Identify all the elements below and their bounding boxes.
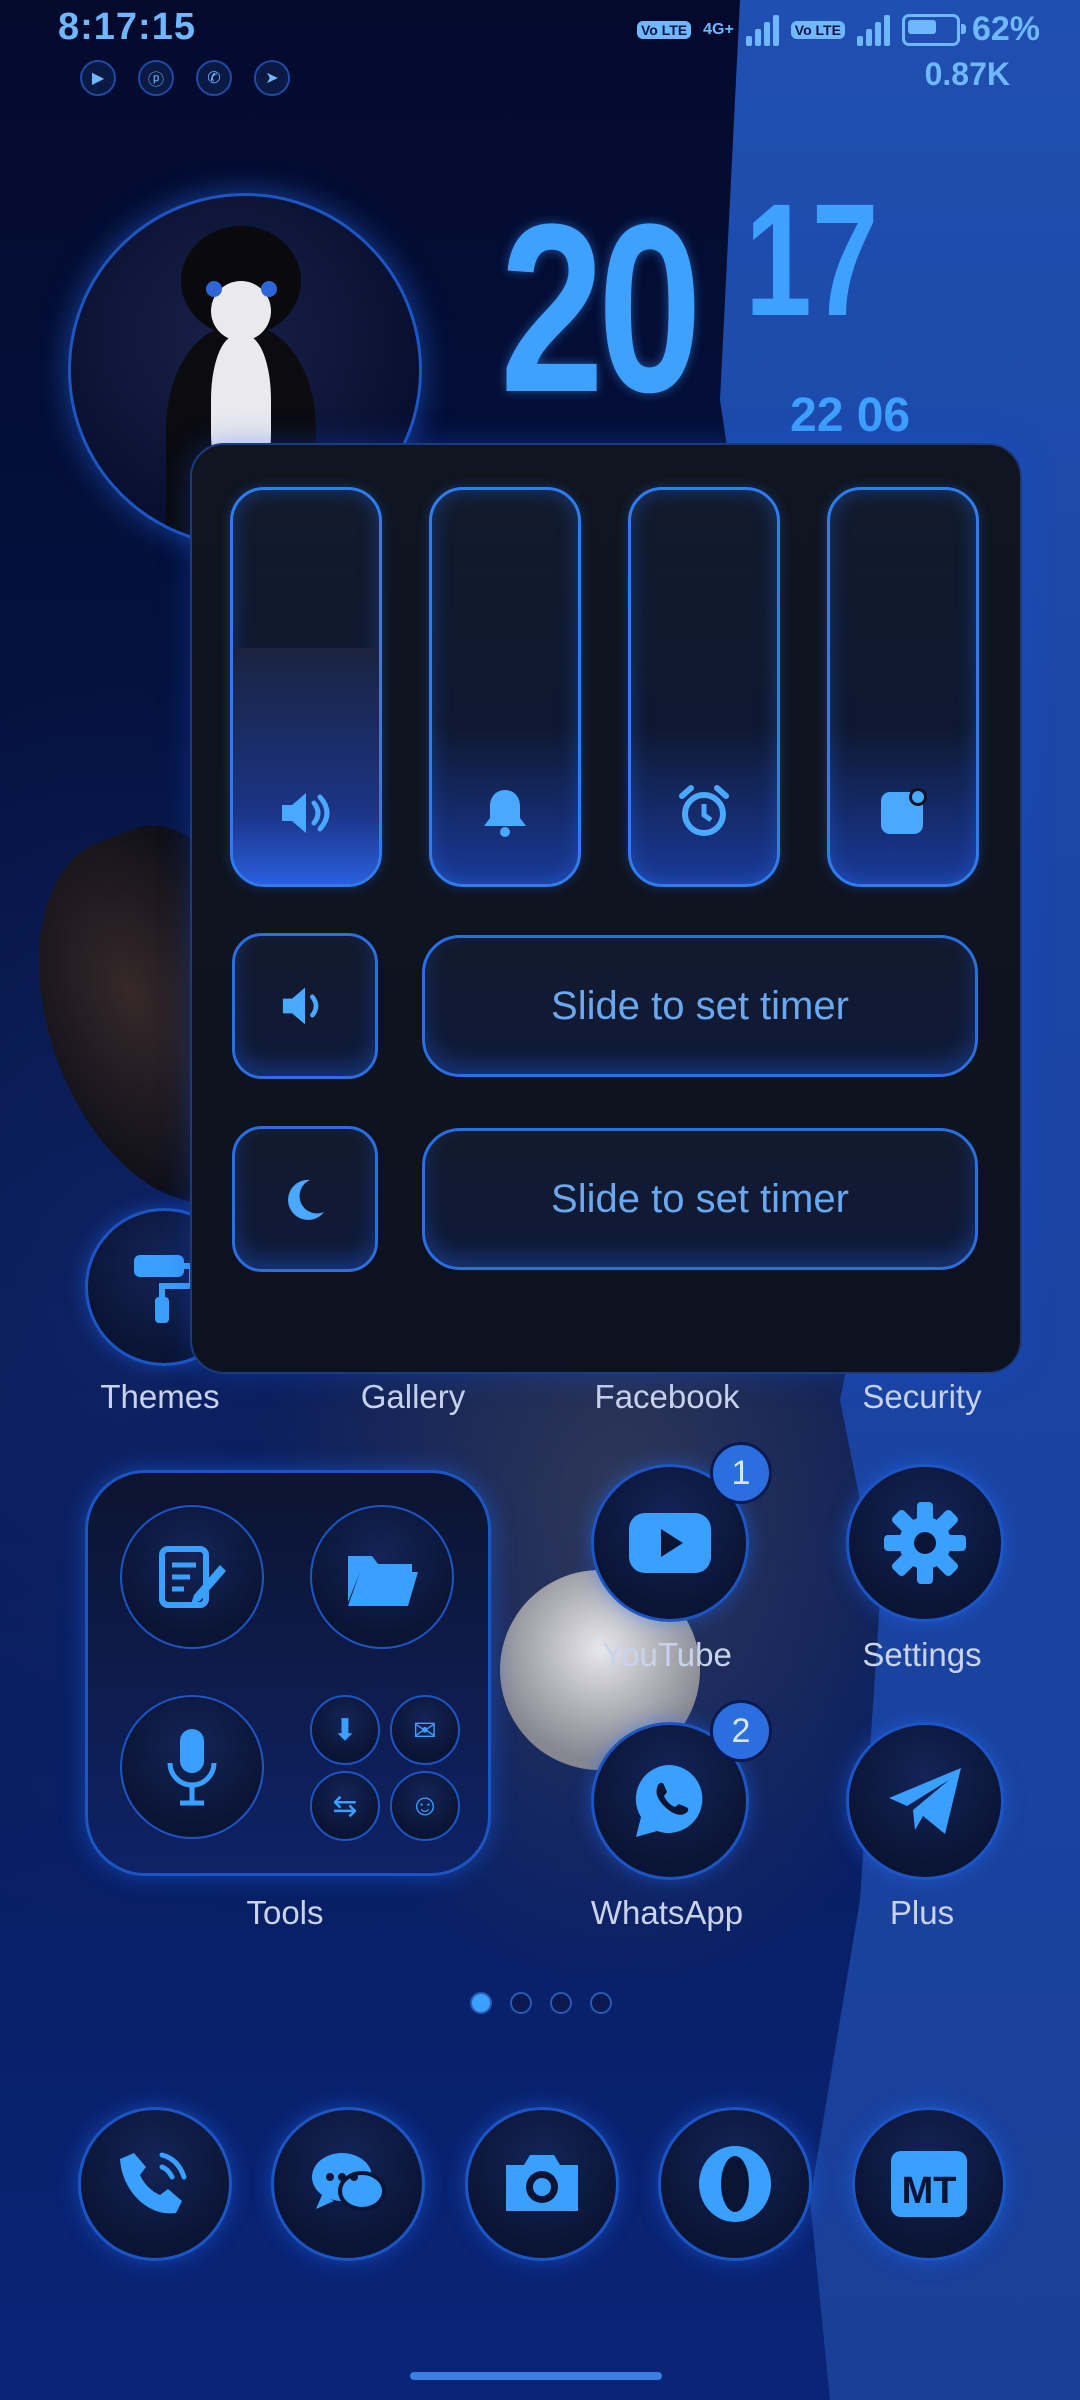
media-timer-slider[interactable]: Slide to set timer <box>422 935 978 1077</box>
do-not-disturb-toggle[interactable] <box>232 1126 378 1272</box>
home-gesture-bar[interactable] <box>410 2372 662 2380</box>
gear-icon <box>884 1502 966 1584</box>
dnd-timer-slider[interactable]: Slide to set timer <box>422 1128 978 1270</box>
phone-icon <box>120 2152 187 2214</box>
kitten-eye-right <box>261 281 277 297</box>
youtube-badge: 1 <box>710 1442 772 1504</box>
notification-volume-slider[interactable] <box>827 487 979 887</box>
settings-label: Settings <box>862 1636 982 1673</box>
status-time: 8:17:15 <box>58 6 196 48</box>
paper-plane-icon <box>889 1768 961 1834</box>
bell-icon <box>432 786 578 846</box>
whatsapp-logo-icon <box>635 1764 703 1837</box>
kitten-eye-left <box>206 281 222 297</box>
plus-label: Plus <box>889 1894 955 1931</box>
security-label: Security <box>862 1378 982 1415</box>
ring-volume-slider[interactable] <box>429 487 581 887</box>
contact-icon[interactable]: ☺ <box>390 1771 460 1841</box>
signal-icon <box>745 14 779 46</box>
volume-panel: Slide to set timer Slide to set timer <box>190 443 1022 1374</box>
camera-app-icon[interactable] <box>465 2107 619 2261</box>
mt-manager-icon: MT <box>891 2151 967 2217</box>
network-type: 4G+ <box>703 20 734 38</box>
battery-percent: 62% <box>971 10 1040 48</box>
facebook-label: Facebook <box>594 1378 740 1415</box>
opera-icon <box>699 2146 771 2222</box>
email-icon[interactable]: ✉ <box>390 1695 460 1765</box>
media-volume-fill <box>233 647 379 884</box>
telegram-icon: ➤ <box>254 60 290 96</box>
clock-date: 22 06 <box>790 389 911 442</box>
volte-icon: Vo LTE <box>636 20 692 39</box>
folder-icon[interactable] <box>310 1505 454 1649</box>
whatsapp-badge: 2 <box>710 1700 772 1762</box>
clock-hour: 20 <box>500 174 702 442</box>
notification-icon <box>830 786 976 846</box>
play-icon <box>629 1513 711 1573</box>
page-dot <box>470 1992 492 2014</box>
page-indicator[interactable] <box>470 1992 612 2014</box>
settings-app-icon[interactable] <box>846 1464 1004 1622</box>
opera-app-icon[interactable] <box>658 2107 812 2261</box>
youtube-icon: ▶ <box>80 60 116 96</box>
system-icons: Vo LTE 4G+ Vo LTE 62% <box>636 10 1040 49</box>
clock-minute: 17 <box>745 170 879 349</box>
themes-label: Themes <box>100 1378 220 1415</box>
speaker-icon <box>233 788 379 846</box>
media-sound-toggle[interactable] <box>232 933 378 1079</box>
gallery-label: Gallery <box>360 1378 466 1415</box>
alarm-clock-icon <box>631 784 777 846</box>
battery-icon <box>901 13 966 46</box>
messages-icon <box>312 2153 386 2211</box>
status-bar: 8:17:15 ▶ ⓟ ✆ ➤ Vo LTE 4G+ Vo LTE 62% 0.… <box>0 0 1080 110</box>
download-icon[interactable]: ⬇ <box>310 1695 380 1765</box>
tools-folder[interactable]: ⬇ ✉ ⇆ ☺ <box>85 1470 491 1876</box>
tools-label: Tools <box>246 1894 324 1931</box>
speaker-icon <box>282 987 319 1025</box>
camera-icon <box>506 2155 578 2211</box>
microphone-icon[interactable] <box>120 1695 264 1839</box>
notification-icons: ▶ ⓟ ✆ ➤ <box>80 60 290 96</box>
messages-app-icon[interactable] <box>271 2107 425 2261</box>
media-volume-slider[interactable] <box>230 487 382 887</box>
whatsapp-label: WhatsApp <box>590 1894 744 1931</box>
plus-app-icon[interactable] <box>846 1722 1004 1880</box>
transfer-icon[interactable]: ⇆ <box>310 1771 380 1841</box>
page-dot <box>510 1992 532 2014</box>
moon-icon <box>288 1179 324 1220</box>
signal-icon-2 <box>856 14 890 46</box>
notes-icon[interactable] <box>120 1505 264 1649</box>
phone-app-icon[interactable] <box>78 2107 232 2261</box>
alarm-volume-slider[interactable] <box>628 487 780 887</box>
whatsapp-icon: ✆ <box>196 60 232 96</box>
page-dot <box>590 1992 612 2014</box>
youtube-label: YouTube <box>602 1636 732 1673</box>
page-dot <box>550 1992 572 2014</box>
p-app-icon: ⓟ <box>138 60 174 96</box>
net-speed: 0.87K <box>924 56 1010 92</box>
volte-icon-2: Vo LTE <box>790 20 845 39</box>
mt-manager-app-icon[interactable]: MT <box>852 2107 1006 2261</box>
